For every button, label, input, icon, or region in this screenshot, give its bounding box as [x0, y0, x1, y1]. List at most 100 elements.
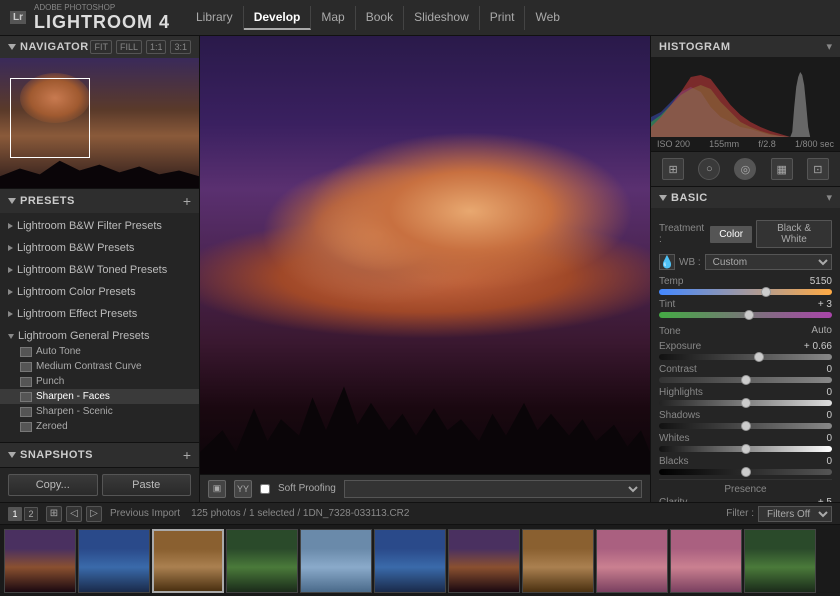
- nav-develop[interactable]: Develop: [244, 6, 312, 30]
- histogram-info: ISO 200 155mm f/2.8 1/800 sec: [651, 137, 840, 151]
- image-view[interactable]: [200, 36, 650, 474]
- navigator-section: Navigator FIT FILL 1:1 3:1: [0, 36, 199, 189]
- view-mode-icon[interactable]: ▣: [208, 480, 226, 498]
- page-1[interactable]: 1: [8, 507, 22, 521]
- preset-group-bwfilter-header[interactable]: Lightroom B&W Filter Presets: [0, 218, 199, 234]
- shadows-thumb[interactable]: [741, 421, 751, 431]
- preset-group-bw-header[interactable]: Lightroom B&W Presets: [0, 240, 199, 256]
- nav-library[interactable]: Library: [186, 6, 244, 30]
- filter-label: Filter :: [726, 508, 754, 519]
- page-2[interactable]: 2: [24, 507, 38, 521]
- film-thumb-1[interactable]: [4, 529, 76, 593]
- treatment-color-btn[interactable]: Color: [710, 226, 752, 243]
- presets-add-button[interactable]: +: [183, 193, 191, 209]
- next-nav-btn[interactable]: ▷: [86, 506, 102, 522]
- film-thumb-4[interactable]: [226, 529, 298, 593]
- highlights-thumb[interactable]: [741, 398, 751, 408]
- film-thumb-11[interactable]: [744, 529, 816, 593]
- film-thumb-6[interactable]: [374, 529, 446, 593]
- preset-item-sharpenfaces[interactable]: Sharpen - Faces: [0, 389, 199, 404]
- zoom-1-1[interactable]: 1:1: [146, 40, 167, 54]
- paste-button[interactable]: Paste: [102, 474, 192, 496]
- preset-item-sharpenscenic[interactable]: Sharpen - Scenic: [0, 404, 199, 419]
- red-eye-tool[interactable]: ◎: [734, 158, 756, 180]
- crop-tool[interactable]: ⊞: [662, 158, 684, 180]
- preset-group-color-label: Lightroom Color Presets: [17, 286, 136, 298]
- soft-proofing-checkbox[interactable]: [260, 484, 270, 494]
- film-thumb-10[interactable]: [670, 529, 742, 593]
- blacks-thumb[interactable]: [741, 467, 751, 477]
- prev-nav-btn[interactable]: ◁: [66, 506, 82, 522]
- basic-header[interactable]: Basic ▾: [651, 187, 840, 208]
- graduated-filter-tool[interactable]: ▦: [771, 158, 793, 180]
- nav-book[interactable]: Book: [356, 6, 404, 30]
- wb-label: WB :: [679, 257, 701, 268]
- tint-track[interactable]: [659, 312, 832, 318]
- preset-group-effect: Lightroom Effect Presets: [0, 303, 199, 325]
- whites-thumb[interactable]: [741, 444, 751, 454]
- film-thumb-9[interactable]: [596, 529, 668, 593]
- spot-heal-tool[interactable]: ○: [698, 158, 720, 180]
- treatment-bw-btn[interactable]: Black & White: [756, 220, 832, 248]
- previous-import-label[interactable]: Previous Import: [110, 508, 180, 519]
- blacks-value: 0: [802, 456, 832, 467]
- preset-group-color-header[interactable]: Lightroom Color Presets: [0, 284, 199, 300]
- adjustment-brush-tool[interactable]: ⊡: [807, 158, 829, 180]
- snapshots-header[interactable]: Snapshots +: [0, 443, 199, 467]
- wb-eyedropper[interactable]: 💧: [659, 254, 675, 270]
- group-bw-icon: [8, 245, 13, 251]
- contrast-value: 0: [802, 364, 832, 375]
- film-thumb-2[interactable]: [78, 529, 150, 593]
- shadows-track[interactable]: [659, 423, 832, 429]
- tint-thumb[interactable]: [744, 310, 754, 320]
- grid-view-btn[interactable]: ⊞: [46, 506, 62, 522]
- group-color-icon: [8, 289, 13, 295]
- auto-link[interactable]: Auto: [811, 325, 832, 336]
- film-thumb-7[interactable]: [448, 529, 520, 593]
- zoom-fit[interactable]: FIT: [90, 40, 112, 54]
- filter-select[interactable]: Filters Off: [758, 506, 832, 522]
- blacks-track[interactable]: [659, 469, 832, 475]
- preset-group-general-header[interactable]: Lightroom General Presets: [0, 328, 199, 344]
- temp-thumb[interactable]: [761, 287, 771, 297]
- histogram-chart: [651, 57, 840, 137]
- histogram-header[interactable]: Histogram ▾: [651, 36, 840, 57]
- preset-group-bwtoned-header[interactable]: Lightroom B&W Toned Presets: [0, 262, 199, 278]
- preset-autotone-icon: [20, 347, 32, 357]
- zoom-fill[interactable]: FILL: [116, 40, 142, 54]
- zoom-3-1[interactable]: 3:1: [170, 40, 191, 54]
- preset-item-autotone[interactable]: Auto Tone: [0, 344, 199, 359]
- film-thumb-8[interactable]: [522, 529, 594, 593]
- navigator-preview[interactable]: [0, 58, 199, 188]
- preset-item-mediumcontrast[interactable]: Medium Contrast Curve: [0, 359, 199, 374]
- temp-track[interactable]: [659, 289, 832, 295]
- exposure-thumb[interactable]: [754, 352, 764, 362]
- preset-sharpenfaces-icon: [20, 392, 32, 402]
- nav-map[interactable]: Map: [311, 6, 355, 30]
- compare-mode-icon[interactable]: YY: [234, 480, 252, 498]
- preset-group-effect-header[interactable]: Lightroom Effect Presets: [0, 306, 199, 322]
- nav-print[interactable]: Print: [480, 6, 526, 30]
- contrast-thumb[interactable]: [741, 375, 751, 385]
- preset-group-bwtoned: Lightroom B&W Toned Presets: [0, 259, 199, 281]
- contrast-track[interactable]: [659, 377, 832, 383]
- preset-group-general: Lightroom General Presets Auto Tone Medi…: [0, 325, 199, 437]
- film-thumb-3[interactable]: [152, 529, 224, 593]
- exposure-track[interactable]: [659, 354, 832, 360]
- navigator-header[interactable]: Navigator FIT FILL 1:1 3:1: [0, 36, 199, 58]
- wb-select[interactable]: Custom: [705, 254, 832, 270]
- preset-item-zeroed[interactable]: Zeroed: [0, 419, 199, 434]
- presets-header[interactable]: Presets +: [0, 189, 199, 213]
- preset-item-punch[interactable]: Punch: [0, 374, 199, 389]
- tone-label: Tone: [659, 326, 681, 337]
- nav-slideshow[interactable]: Slideshow: [404, 6, 480, 30]
- exposure-value: + 0.66: [802, 341, 832, 352]
- snapshots-add-button[interactable]: +: [183, 447, 191, 463]
- toolbar-profile-select[interactable]: [344, 480, 642, 498]
- copy-button[interactable]: Copy...: [8, 474, 98, 496]
- nav-web[interactable]: Web: [525, 6, 569, 30]
- film-thumb-5[interactable]: [300, 529, 372, 593]
- whites-track[interactable]: [659, 446, 832, 452]
- left-panel-buttons: Copy... Paste: [0, 467, 199, 502]
- highlights-track[interactable]: [659, 400, 832, 406]
